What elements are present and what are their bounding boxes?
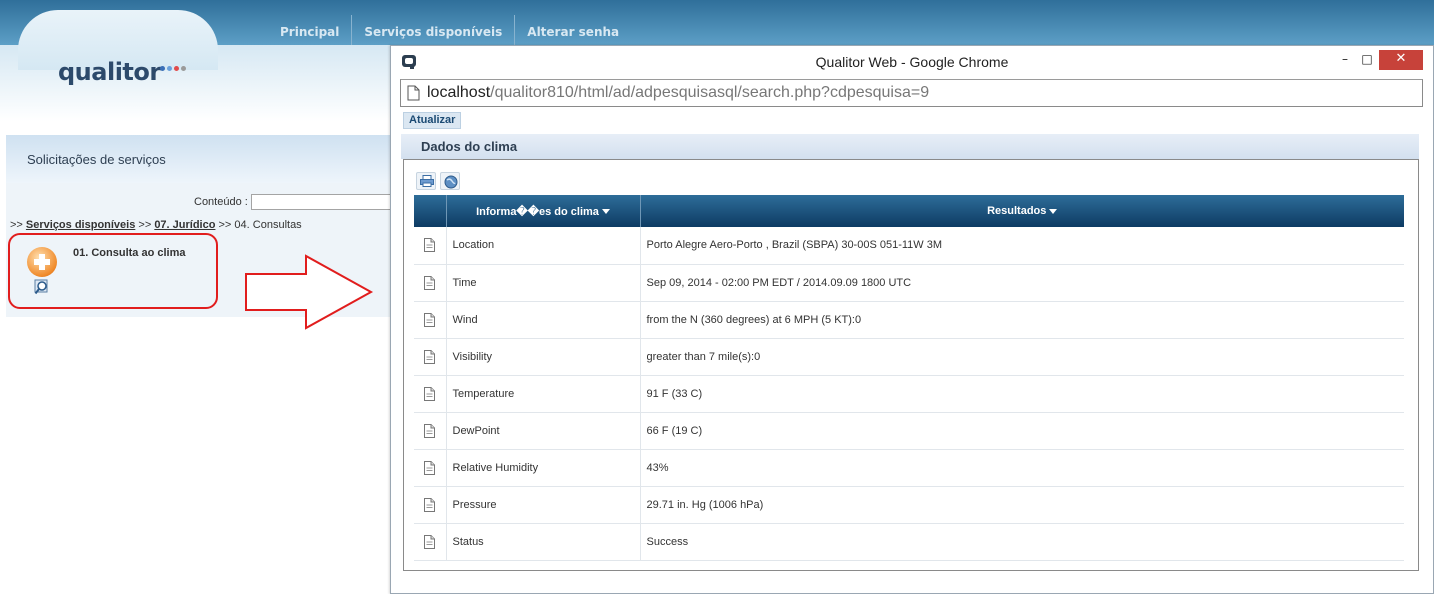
page-icon — [407, 85, 420, 101]
row-icon-cell — [414, 486, 447, 524]
table-row[interactable]: Pressure 29.71 in. Hg (1006 hPa) — [414, 486, 1404, 524]
main-nav: Principal Serviços disponíveis Alterar s… — [268, 15, 631, 45]
row-key: Temperature — [446, 375, 641, 413]
row-key: Pressure — [446, 486, 641, 524]
logo-dot — [181, 66, 186, 71]
logo-dot — [174, 66, 179, 71]
column-header-info[interactable]: Informa��es do clima — [446, 195, 641, 227]
row-key: Wind — [446, 301, 641, 339]
row-value: Success — [640, 523, 1404, 561]
row-value: 29.71 in. Hg (1006 hPa) — [640, 486, 1404, 524]
breadcrumb-link-juridico[interactable]: 07. Jurídico — [154, 219, 215, 231]
row-icon-cell — [414, 412, 447, 450]
section-title: Dados do clima — [401, 134, 1419, 159]
service-item-label[interactable]: 01. Consulta ao clima — [73, 247, 185, 259]
column-header-results-label: Resultados — [987, 205, 1047, 217]
search-label: Conteúdo : — [194, 196, 248, 208]
document-icon — [424, 386, 436, 401]
breadcrumb-separator: >> — [215, 219, 235, 231]
column-header-info-label: Informa��es do clima — [476, 205, 599, 218]
row-icon-cell — [414, 523, 447, 561]
breadcrumb-link-servicos[interactable]: Serviços disponíveis — [26, 219, 135, 231]
weather-grid-panel: Informa��es do clima Resultados Location… — [403, 159, 1419, 571]
url-path: /qualitor810/html/ad/adpesquisasql/searc… — [490, 84, 930, 101]
row-key: Visibility — [446, 338, 641, 376]
row-value: Sep 09, 2014 - 02:00 PM EDT / 2014.09.09… — [640, 264, 1404, 302]
nav-alterar-senha[interactable]: Alterar senha — [514, 15, 631, 45]
table-row[interactable]: Status Success — [414, 523, 1404, 561]
document-icon — [424, 275, 436, 290]
row-icon-cell — [414, 227, 447, 265]
chrome-popup-window: Qualitor Web - Google Chrome – □ ✕ local… — [390, 45, 1434, 594]
red-arrow-icon — [245, 254, 374, 330]
services-panel-title: Solicitações de serviços — [6, 135, 394, 183]
refresh-button[interactable]: Atualizar — [403, 112, 462, 129]
row-key: Time — [446, 264, 641, 302]
qualitor-logo[interactable]: qualitor — [58, 58, 161, 86]
sort-down-icon — [601, 209, 610, 215]
row-key: Status — [446, 523, 641, 561]
table-header-row: Informa��es do clima Resultados — [414, 195, 1404, 227]
table-row[interactable]: DewPoint 66 F (19 C) — [414, 412, 1404, 450]
url-text[interactable]: localhost/qualitor810/html/ad/adpesquisa… — [427, 84, 929, 102]
window-title: Qualitor Web - Google Chrome — [815, 54, 1009, 70]
weather-table: Informa��es do clima Resultados Location… — [414, 195, 1404, 561]
row-key: DewPoint — [446, 412, 641, 450]
table-row[interactable]: Time Sep 09, 2014 - 02:00 PM EDT / 2014.0… — [414, 264, 1404, 302]
table-row[interactable]: Relative Humidity 43% — [414, 449, 1404, 487]
row-icon-cell — [414, 301, 447, 339]
document-icon — [424, 349, 436, 364]
magnifier-icon[interactable] — [34, 279, 50, 295]
globe-icon — [444, 175, 458, 189]
row-icon-cell — [414, 264, 447, 302]
column-header-results[interactable]: Resultados — [640, 195, 1404, 227]
row-icon-cell — [414, 449, 447, 487]
row-value: from the N (360 degrees) at 6 MPH (5 KT)… — [640, 301, 1404, 339]
weather-table-body: Location Porto Alegre Aero-Porto , Brazil… — [414, 227, 1404, 561]
row-value: 91 F (33 C) — [640, 375, 1404, 413]
breadcrumb-separator: >> — [135, 219, 155, 231]
breadcrumb-prefix: >> — [10, 219, 26, 231]
logo-dot — [160, 66, 165, 71]
nav-principal[interactable]: Principal — [268, 15, 351, 45]
close-button[interactable]: ✕ — [1379, 50, 1423, 70]
row-value: 43% — [640, 449, 1404, 487]
sort-down-icon — [1049, 208, 1058, 214]
row-value: Porto Alegre Aero-Porto , Brazil (SBPA) … — [640, 227, 1404, 265]
screen: qualitor Principal Serviços disponíveis … — [0, 0, 1434, 594]
address-bar[interactable]: localhost/qualitor810/html/ad/adpesquisa… — [400, 79, 1423, 107]
window-title-bar: Qualitor Web - Google Chrome – □ ✕ — [391, 46, 1433, 79]
row-key: Location — [446, 227, 641, 265]
table-row[interactable]: Wind from the N (360 degrees) at 6 MPH (5… — [414, 301, 1404, 339]
table-row[interactable]: Visibility greater than 7 mile(s):0 — [414, 338, 1404, 376]
document-icon — [424, 423, 436, 438]
document-icon — [424, 312, 436, 327]
logo-dots-icon — [160, 56, 194, 71]
globe-button[interactable] — [440, 172, 460, 190]
row-icon-cell — [414, 375, 447, 413]
row-value: 66 F (19 C) — [640, 412, 1404, 450]
row-value: greater than 7 mile(s):0 — [640, 338, 1404, 376]
document-icon — [424, 460, 436, 475]
breadcrumb-current: 04. Consultas — [234, 219, 302, 231]
row-key: Relative Humidity — [446, 449, 641, 487]
service-plus-icon[interactable] — [27, 247, 57, 277]
table-row[interactable]: Location Porto Alegre Aero-Porto , Brazil… — [414, 227, 1404, 265]
row-icon-cell — [414, 338, 447, 376]
logo-dot — [167, 66, 172, 71]
column-header-icon — [414, 195, 447, 227]
url-host: localhost — [427, 84, 491, 101]
table-row[interactable]: Temperature 91 F (33 C) — [414, 375, 1404, 413]
document-icon — [424, 238, 436, 253]
document-icon — [424, 534, 436, 549]
document-icon — [424, 497, 436, 512]
search-input[interactable] — [251, 194, 396, 210]
nav-servicos-disponiveis[interactable]: Serviços disponíveis — [351, 15, 514, 45]
print-button[interactable] — [416, 172, 436, 190]
breadcrumb: >> Serviços disponíveis >> 07. Jurídico … — [10, 219, 302, 231]
print-icon — [420, 175, 434, 187]
